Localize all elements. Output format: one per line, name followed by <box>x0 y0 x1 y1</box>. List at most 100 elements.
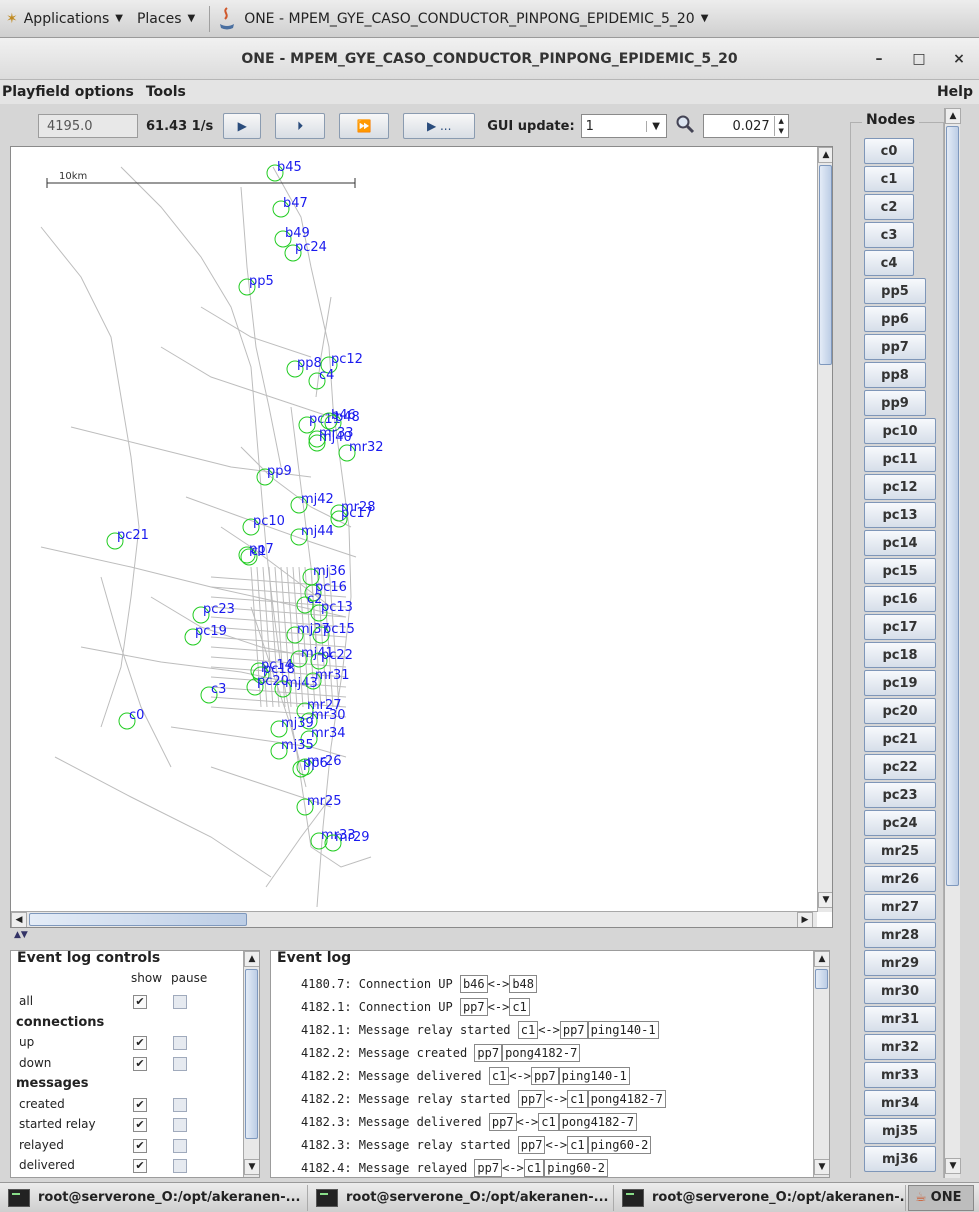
node-button-pc18[interactable]: pc18 <box>864 642 936 668</box>
scroll-up-icon[interactable]: ▲ <box>244 951 259 967</box>
fast-forward-button[interactable]: ⏩ <box>339 113 390 139</box>
log-entity-link[interactable]: pp7 <box>517 1136 546 1154</box>
node-button-pc21[interactable]: pc21 <box>864 726 936 752</box>
places-menu[interactable]: Places ▼ <box>137 11 195 27</box>
log-entity-link[interactable]: b46 <box>459 975 488 993</box>
node-button-mj35[interactable]: mj35 <box>864 1118 936 1144</box>
node-button-mr31[interactable]: mr31 <box>864 1006 936 1032</box>
pause-checkbox[interactable] <box>173 1036 187 1050</box>
scroll-up-icon[interactable]: ▲ <box>814 951 829 967</box>
task-terminal-1[interactable]: root@serverone_O:/opt/akeranen-... <box>2 1184 308 1211</box>
node-button-pc17[interactable]: pc17 <box>864 614 936 640</box>
pause-checkbox[interactable] <box>173 1159 187 1173</box>
log-entity-link[interactable]: pp7 <box>530 1067 559 1085</box>
applications-menu[interactable]: ✶ Applications ▼ <box>6 11 123 27</box>
elc-vscrollbar[interactable]: ▲ ▼ <box>243 951 259 1177</box>
node-button-pc15[interactable]: pc15 <box>864 558 936 584</box>
split-divider[interactable]: ▲▼ <box>10 930 833 950</box>
log-entity-link[interactable]: pp7 <box>559 1021 588 1039</box>
log-entity-link[interactable]: pp7 <box>488 1113 517 1131</box>
show-checkbox[interactable]: ✔ <box>133 1159 147 1173</box>
pause-checkbox[interactable] <box>173 1118 187 1132</box>
pause-checkbox[interactable] <box>173 1138 187 1153</box>
log-entity-link[interactable]: pp7 <box>517 1090 546 1108</box>
pause-checkbox[interactable] <box>173 1097 187 1112</box>
fast-forward-to-button[interactable]: ▶ ... <box>403 113 476 139</box>
node-button-pc14[interactable]: pc14 <box>864 530 936 556</box>
scroll-down-icon[interactable]: ▼ <box>818 892 832 908</box>
log-entity-link[interactable]: c1 <box>567 1136 588 1154</box>
node-button-c4[interactable]: c4 <box>864 250 914 276</box>
scroll-up-icon[interactable]: ▲ <box>945 108 961 124</box>
node-button-mr27[interactable]: mr27 <box>864 894 936 920</box>
node-button-c3[interactable]: c3 <box>864 222 914 248</box>
elc-scroll-thumb[interactable] <box>245 969 258 1139</box>
log-entity-link[interactable]: c1 <box>567 1090 588 1108</box>
nodes-scroll-thumb[interactable] <box>946 126 959 886</box>
log-entity-link[interactable]: ping140-1 <box>587 1021 659 1039</box>
elog-vscrollbar[interactable]: ▲ ▼ <box>813 951 829 1177</box>
node-button-mr29[interactable]: mr29 <box>864 950 936 976</box>
node-button-mr33[interactable]: mr33 <box>864 1062 936 1088</box>
log-entity-link[interactable]: pp7 <box>474 1044 503 1062</box>
nodes-vscrollbar[interactable]: ▲ ▼ <box>944 108 961 1178</box>
scroll-down-icon[interactable]: ▼ <box>244 1159 259 1175</box>
log-entity-link[interactable]: c1 <box>523 1159 545 1177</box>
log-entity-link[interactable]: pp7 <box>459 998 488 1016</box>
vscroll-thumb[interactable] <box>819 165 832 365</box>
show-checkbox[interactable]: ✔ <box>133 995 147 1009</box>
playfield-hscrollbar[interactable]: ◀ ▶ <box>11 911 817 927</box>
hscroll-thumb[interactable] <box>29 913 247 926</box>
node-button-pc20[interactable]: pc20 <box>864 698 936 724</box>
node-button-mr34[interactable]: mr34 <box>864 1090 936 1116</box>
show-checkbox[interactable]: ✔ <box>133 1036 147 1050</box>
show-checkbox[interactable]: ✔ <box>133 1118 147 1132</box>
scroll-up-icon[interactable]: ▲ <box>818 147 832 163</box>
playfield-map[interactable]: 10km b45b47b49pc24pp5pp8 pc12c4pc11b46b48… <box>11 147 817 912</box>
node-button-mr28[interactable]: mr28 <box>864 922 936 948</box>
gui-update-select[interactable]: 1 ▼ <box>580 114 667 138</box>
node-button-pp6[interactable]: pp6 <box>864 306 926 332</box>
zoom-spinner[interactable]: 0.027 ▲ ▼ <box>702 114 789 138</box>
log-entity-link[interactable]: c1 <box>509 998 530 1016</box>
show-checkbox[interactable]: ✔ <box>133 1138 147 1153</box>
node-button-mr30[interactable]: mr30 <box>864 978 936 1004</box>
node-button-pc22[interactable]: pc22 <box>864 754 936 780</box>
node-button-pp5[interactable]: pp5 <box>864 278 926 304</box>
node-button-c1[interactable]: c1 <box>864 166 914 192</box>
scroll-left-icon[interactable]: ◀ <box>11 912 27 927</box>
playfield[interactable]: 10km b45 b47 b49 pc24 pp5 pp8 pc12 c4 pc11 b46 b48… <box>10 146 833 928</box>
minimize-button[interactable]: – <box>859 51 899 67</box>
spinner-arrows-icon[interactable]: ▲ ▼ <box>773 116 788 136</box>
task-terminal-2[interactable]: root@serverone_O:/opt/akeranen-... <box>310 1184 614 1211</box>
close-button[interactable]: × <box>939 51 979 67</box>
log-entity-link[interactable]: pong4182-7 <box>558 1113 637 1131</box>
menu-tools[interactable]: Tools <box>146 84 186 100</box>
node-button-mr25[interactable]: mr25 <box>864 838 936 864</box>
pause-checkbox[interactable] <box>173 1056 187 1071</box>
show-checkbox[interactable]: ✔ <box>133 1056 147 1071</box>
scroll-down-icon[interactable]: ▼ <box>814 1159 829 1175</box>
log-entity-link[interactable]: c1 <box>538 1113 559 1131</box>
node-button-pc19[interactable]: pc19 <box>864 670 936 696</box>
elog-scroll-thumb[interactable] <box>815 969 828 989</box>
node-button-pc24[interactable]: pc24 <box>864 810 936 836</box>
log-entity-link[interactable]: ping140-1 <box>558 1067 630 1085</box>
menu-help[interactable]: Help <box>937 84 973 100</box>
node-button-pc23[interactable]: pc23 <box>864 782 936 808</box>
node-button-pc12[interactable]: pc12 <box>864 474 936 500</box>
log-entity-link[interactable]: pong4182-7 <box>502 1044 581 1062</box>
step-button[interactable]: ⏵ <box>275 113 326 139</box>
playfield-vscrollbar[interactable]: ▲ ▼ <box>817 147 832 912</box>
node-button-c2[interactable]: c2 <box>864 194 914 220</box>
task-one[interactable]: ☕ ONE <box>908 1184 974 1211</box>
show-checkbox[interactable]: ✔ <box>133 1097 147 1112</box>
node-button-pp7[interactable]: pp7 <box>864 334 926 360</box>
log-entity-link[interactable]: ping60-2 <box>587 1136 652 1154</box>
node-button-mr26[interactable]: mr26 <box>864 866 936 892</box>
maximize-button[interactable]: □ <box>899 51 939 67</box>
play-button[interactable]: ▶ <box>223 113 262 139</box>
node-button-pc16[interactable]: pc16 <box>864 586 936 612</box>
log-entity-link[interactable]: ping60-2 <box>544 1159 609 1177</box>
log-entity-link[interactable]: b48 <box>509 975 538 993</box>
